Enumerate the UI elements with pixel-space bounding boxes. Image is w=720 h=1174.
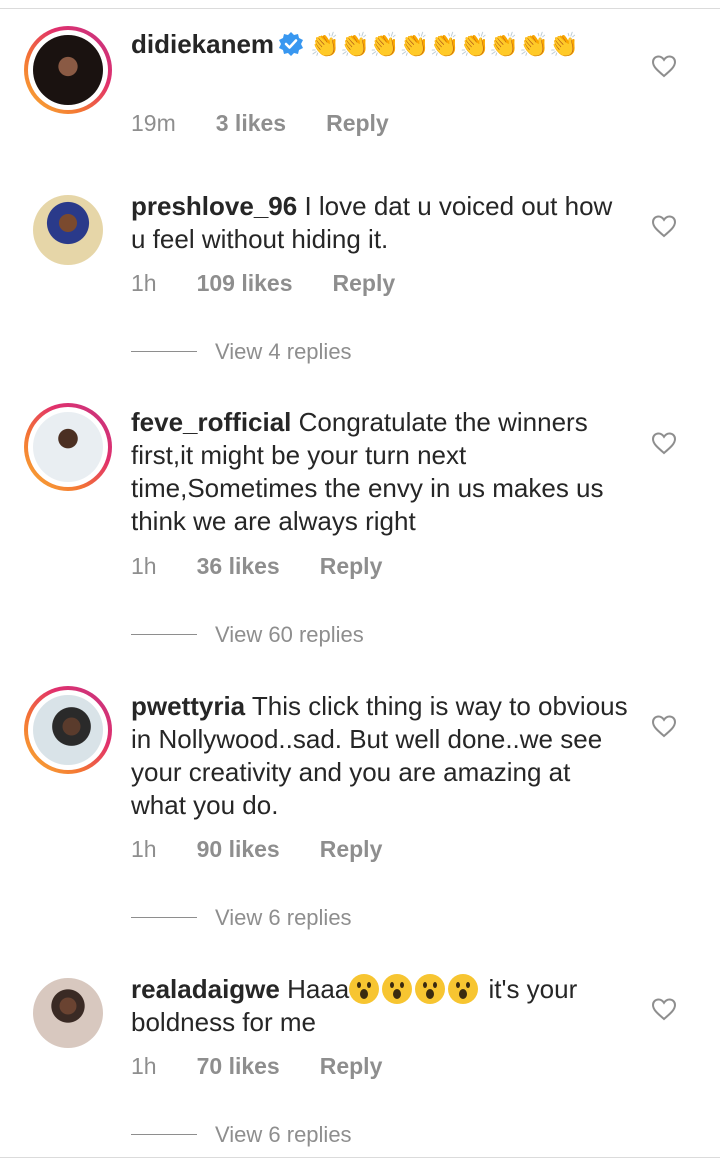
comment-meta: 1h 36 likes Reply [131,553,382,580]
likes-count[interactable]: 90 likes [197,836,280,863]
likes-count[interactable]: 70 likes [197,1053,280,1080]
astonished-face-emoji [448,974,479,1004]
comment-meta: 1h 70 likes Reply [131,1053,382,1080]
replies-divider [131,351,197,352]
comment-meta: 1h 90 likes Reply [131,836,382,863]
avatar[interactable] [24,686,112,774]
reply-button[interactable]: Reply [333,270,396,297]
username[interactable]: feve_rofficial [131,407,291,437]
comment-text: pwettyria This click thing is way to obv… [131,690,631,822]
comment-text: didiekanem 👏👏👏👏👏👏👏👏👏 [131,28,631,62]
view-replies-button[interactable]: View 4 replies [131,339,352,365]
timestamp: 1h [131,836,157,862]
clapping-hands-emoji: 👏👏👏👏👏👏👏👏👏 [310,32,580,59]
heart-outline-icon[interactable] [651,54,677,78]
timestamp: 1h [131,270,157,296]
avatar-image [33,35,103,105]
comment-body-start: Haaa [287,974,350,1004]
avatar[interactable] [24,26,112,114]
likes-count[interactable]: 109 likes [197,270,293,297]
username[interactable]: realadaigwe [131,974,280,1004]
likes-count[interactable]: 36 likes [197,553,280,580]
view-replies-label: View 6 replies [215,905,352,930]
heart-outline-icon[interactable] [651,714,677,738]
heart-outline-icon[interactable] [651,997,677,1021]
timestamp: 1h [131,1053,157,1079]
replies-divider [131,917,197,918]
avatar-image [33,412,103,482]
view-replies-button[interactable]: View 6 replies [131,905,352,931]
view-replies-button[interactable]: View 6 replies [131,1122,352,1148]
verified-badge-icon [279,32,304,56]
astonished-face-emoji [349,974,380,1004]
comment-text: preshlove_96 I love dat u voiced out how… [131,190,631,256]
avatar[interactable] [24,403,112,491]
comment-text: realadaigwe Haaa it's your boldness for … [131,973,631,1039]
top-divider [0,8,720,9]
username[interactable]: preshlove_96 [131,191,297,221]
reply-button[interactable]: Reply [320,1053,383,1080]
view-replies-label: View 60 replies [215,622,364,647]
heart-outline-icon[interactable] [651,214,677,238]
avatar[interactable] [33,195,103,265]
bottom-divider [0,1157,720,1158]
astonished-face-emoji [415,974,446,1004]
reply-button[interactable]: Reply [320,836,383,863]
astonished-face-emoji [382,974,413,1004]
timestamp: 1h [131,553,157,579]
view-replies-label: View 6 replies [215,1122,352,1147]
comment-text: feve_rofficial Congratulate the winners … [131,406,631,538]
username[interactable]: pwettyria [131,691,245,721]
username[interactable]: didiekanem [131,29,274,59]
likes-count[interactable]: 3 likes [216,110,286,137]
comment-meta: 19m 3 likes Reply [131,110,389,137]
view-replies-label: View 4 replies [215,339,352,364]
avatar[interactable] [33,978,103,1048]
reply-button[interactable]: Reply [320,553,383,580]
view-replies-button[interactable]: View 60 replies [131,622,364,648]
timestamp: 19m [131,110,176,136]
reply-button[interactable]: Reply [326,110,389,137]
avatar-image [33,695,103,765]
heart-outline-icon[interactable] [651,431,677,455]
replies-divider [131,634,197,635]
comment-meta: 1h 109 likes Reply [131,270,395,297]
replies-divider [131,1134,197,1135]
